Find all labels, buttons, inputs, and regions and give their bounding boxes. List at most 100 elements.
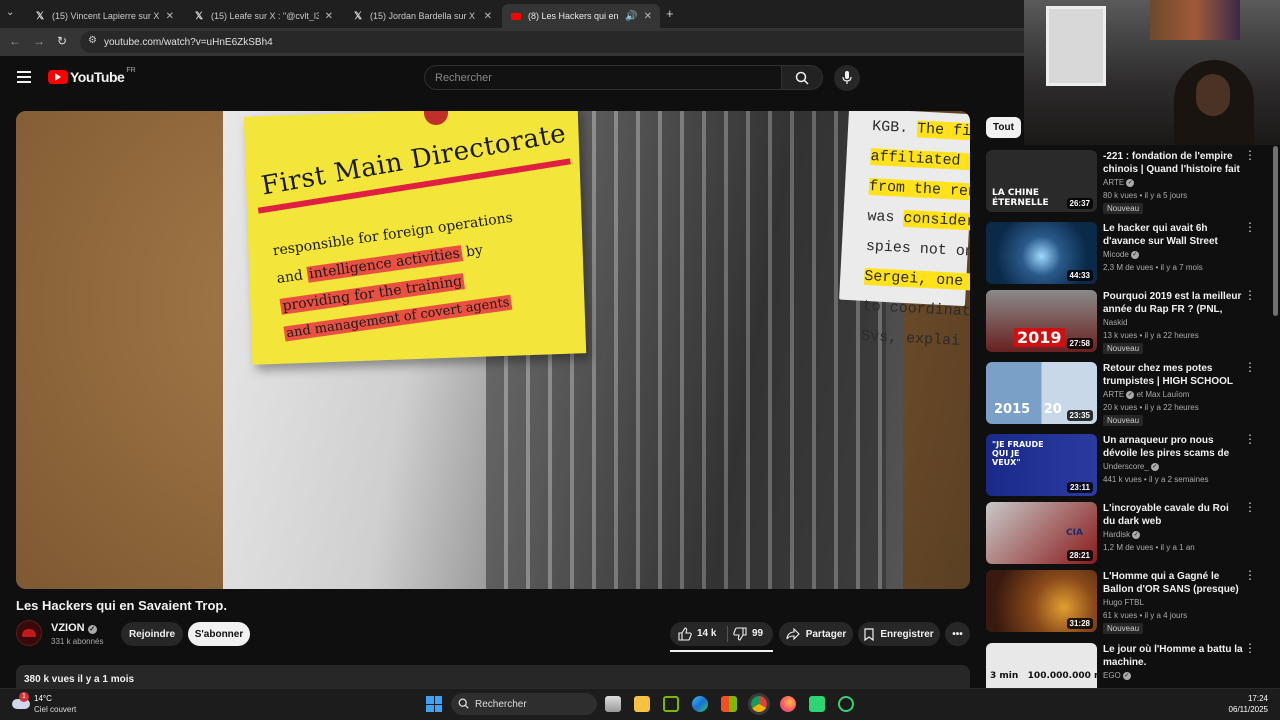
more-actions-icon[interactable]: ••• xyxy=(945,622,970,646)
more-options-icon[interactable]: ⋮ xyxy=(1244,643,1256,654)
browser-tab-active[interactable]: (8) Les Hackers qui en Savai 🔊 ✕ xyxy=(502,4,660,28)
duration-badge: 23:11 xyxy=(1066,482,1093,493)
recommendation-title: L'Homme qui a Gagné le Ballon d'OR SANS … xyxy=(1103,571,1239,595)
sidebar-scrollbar[interactable] xyxy=(1273,146,1278,316)
video-thumbnail[interactable]: 3 min 100.000.000 min xyxy=(986,643,1097,688)
recommendation-title: Un arnaqueur pro nous dévoile les pires … xyxy=(1103,435,1230,459)
like-icon[interactable] xyxy=(678,627,692,641)
duration-badge: 44:33 xyxy=(1066,270,1093,281)
video-thumbnail[interactable]: 2019 27:58 xyxy=(986,290,1097,352)
close-tab-icon[interactable]: ✕ xyxy=(166,11,174,22)
firefox-icon[interactable] xyxy=(780,696,796,712)
file-explorer-icon[interactable] xyxy=(634,696,650,712)
share-label: Partager xyxy=(805,628,847,640)
tab-title: (8) Les Hackers qui en Savai xyxy=(528,11,621,21)
task-view-icon[interactable] xyxy=(605,696,621,712)
duration-badge: 23:35 xyxy=(1066,410,1093,421)
recommendation-meta: 441 k vues • il y a 2 semaines xyxy=(1103,475,1209,484)
weather-icon[interactable]: 1 xyxy=(12,692,32,713)
voice-search-button[interactable] xyxy=(834,65,860,91)
recommendation-item[interactable]: 2015 20 23:35 Retour chez mes potes trum… xyxy=(986,361,1270,428)
verified-icon: ✓ xyxy=(1150,462,1159,471)
more-options-icon[interactable]: ⋮ xyxy=(1244,361,1256,373)
chrome-icon[interactable] xyxy=(751,696,767,712)
reload-icon[interactable]: ↻ xyxy=(57,34,67,48)
video-thumbnail[interactable]: "JE FRAUDE QUI JE VEUX" 23:11 xyxy=(986,434,1097,496)
channel-text: Micode xyxy=(1103,250,1129,259)
join-button[interactable]: Rejoindre xyxy=(121,622,183,646)
close-tab-icon[interactable]: ✕ xyxy=(644,11,652,22)
video-player[interactable]: KGB. The first affiliated with from the … xyxy=(16,111,970,589)
channel-avatar[interactable] xyxy=(16,620,42,646)
weather-desc: Ciel couvert xyxy=(34,705,77,714)
store-icon[interactable] xyxy=(721,696,737,712)
like-count[interactable]: 14 k xyxy=(697,628,716,639)
recommendation-item[interactable]: 44:33 Le hacker qui avait 6h d'avance su… xyxy=(986,221,1270,288)
recommendation-item[interactable]: "JE FRAUDE QUI JE VEUX" 23:11 Un arnaque… xyxy=(986,433,1270,500)
system-clock[interactable]: 17:24 06/11/2025 xyxy=(1226,693,1268,715)
taskbar-search-placeholder: Rechercher xyxy=(475,698,527,710)
chip-all[interactable]: Tout xyxy=(986,117,1021,138)
dislike-icon[interactable] xyxy=(733,627,747,641)
more-options-icon[interactable]: ⋮ xyxy=(1244,289,1256,301)
new-tab-icon[interactable]: + xyxy=(666,6,674,21)
speaker-icon[interactable]: 🔊 xyxy=(625,11,637,22)
recommendation-channel: ARTE ✓ et Max Lauïom xyxy=(1103,390,1189,399)
forward-icon[interactable]: → xyxy=(33,34,45,48)
duration-badge: 31:28 xyxy=(1066,618,1093,629)
taskbar-search[interactable]: Rechercher xyxy=(451,693,597,715)
video-thumbnail[interactable]: CIA 28:21 xyxy=(986,502,1097,564)
microphone-icon xyxy=(842,71,852,84)
share-button[interactable]: Partager xyxy=(779,622,853,646)
subscribe-button[interactable]: S'abonner xyxy=(188,622,250,646)
close-tab-icon[interactable]: ✕ xyxy=(484,11,492,22)
edge-icon[interactable] xyxy=(692,696,708,712)
recommendation-item[interactable]: 2019 27:58 Pourquoi 2019 est la meilleur… xyxy=(986,289,1270,356)
recommendation-meta: 1,2 M de vues • il y a 1 an xyxy=(1103,543,1195,552)
windows-start-icon[interactable] xyxy=(426,696,442,712)
recommendation-meta: 80 k vues • il y a 5 jours xyxy=(1103,191,1188,200)
browser-tab[interactable]: 𝕏 (15) Vincent Lapierre sur X : "I ✕ xyxy=(26,4,182,28)
recommendation-meta: 20 k vues • il y a 22 heures xyxy=(1103,403,1199,412)
channel-extra: et Max Lauïom xyxy=(1136,390,1190,399)
site-info-icon[interactable]: ⚙ xyxy=(88,35,97,46)
search-input[interactable]: Rechercher xyxy=(424,65,782,90)
views-date: 380 k vues il y a 1 mois xyxy=(24,674,135,685)
search-button[interactable] xyxy=(781,65,823,90)
app-icon[interactable] xyxy=(838,696,854,712)
tab-title: (15) Leafe sur X : "@cvlt_l34d3 xyxy=(211,11,319,21)
back-icon[interactable]: ← xyxy=(9,34,21,48)
nvidia-icon[interactable] xyxy=(663,696,679,712)
weather-temp: 14°C xyxy=(34,694,52,703)
browser-tab[interactable]: 𝕏 (15) Leafe sur X : "@cvlt_l34d3 ✕ xyxy=(185,4,341,28)
more-options-icon[interactable]: ⋮ xyxy=(1244,221,1256,233)
video-thumbnail[interactable]: LA CHINE ÉTERNELLE 26:37 xyxy=(986,150,1097,212)
more-options-icon[interactable]: ⋮ xyxy=(1244,433,1256,445)
video-thumbnail[interactable]: 44:33 xyxy=(986,222,1097,284)
dislike-count[interactable]: 99 xyxy=(752,628,763,639)
more-options-icon[interactable]: ⋮ xyxy=(1244,569,1256,581)
recommendation-item[interactable]: 31:28 L'Homme qui a Gagné le Ballon d'OR… xyxy=(986,569,1270,636)
recommendation-item[interactable]: CIA 28:21 L'incroyable cavale du Roi du … xyxy=(986,501,1270,568)
menu-icon[interactable] xyxy=(17,71,31,83)
channel-name[interactable]: VZION ✓ xyxy=(51,622,97,634)
recommendation-channel: Micode ✓ xyxy=(1103,250,1139,259)
more-options-icon[interactable]: ⋮ xyxy=(1244,501,1256,513)
recommendation-item[interactable]: LA CHINE ÉTERNELLE 26:37 -221 : fondatio… xyxy=(986,149,1270,216)
app-icon[interactable] xyxy=(809,696,825,712)
recommendation-item[interactable]: 3 min 100.000.000 min Le jour où l'Homme… xyxy=(986,643,1270,688)
save-button[interactable]: Enregistrer xyxy=(858,622,940,646)
close-tab-icon[interactable]: ✕ xyxy=(325,11,333,22)
video-thumbnail[interactable]: 31:28 xyxy=(986,570,1097,632)
recommendation-title: L'incroyable cavale du Roi du dark web xyxy=(1103,503,1229,527)
tab-list-chevron-icon[interactable]: ⌄ xyxy=(6,7,14,18)
recommendation-title: Retour chez mes potes trumpistes | HIGH … xyxy=(1103,363,1233,387)
channel-text: Hardisk xyxy=(1103,530,1131,539)
webcam-poster xyxy=(1150,0,1240,40)
webcam-window xyxy=(1046,6,1106,86)
browser-tab[interactable]: 𝕏 (15) Jordan Bardella sur X : "Ce ✕ xyxy=(344,4,500,28)
video-thumbnail[interactable]: 2015 20 23:35 xyxy=(986,362,1097,424)
duration-badge: 27:58 xyxy=(1066,338,1093,349)
youtube-logo[interactable]: YouTube FR xyxy=(48,67,136,85)
more-options-icon[interactable]: ⋮ xyxy=(1244,149,1256,161)
